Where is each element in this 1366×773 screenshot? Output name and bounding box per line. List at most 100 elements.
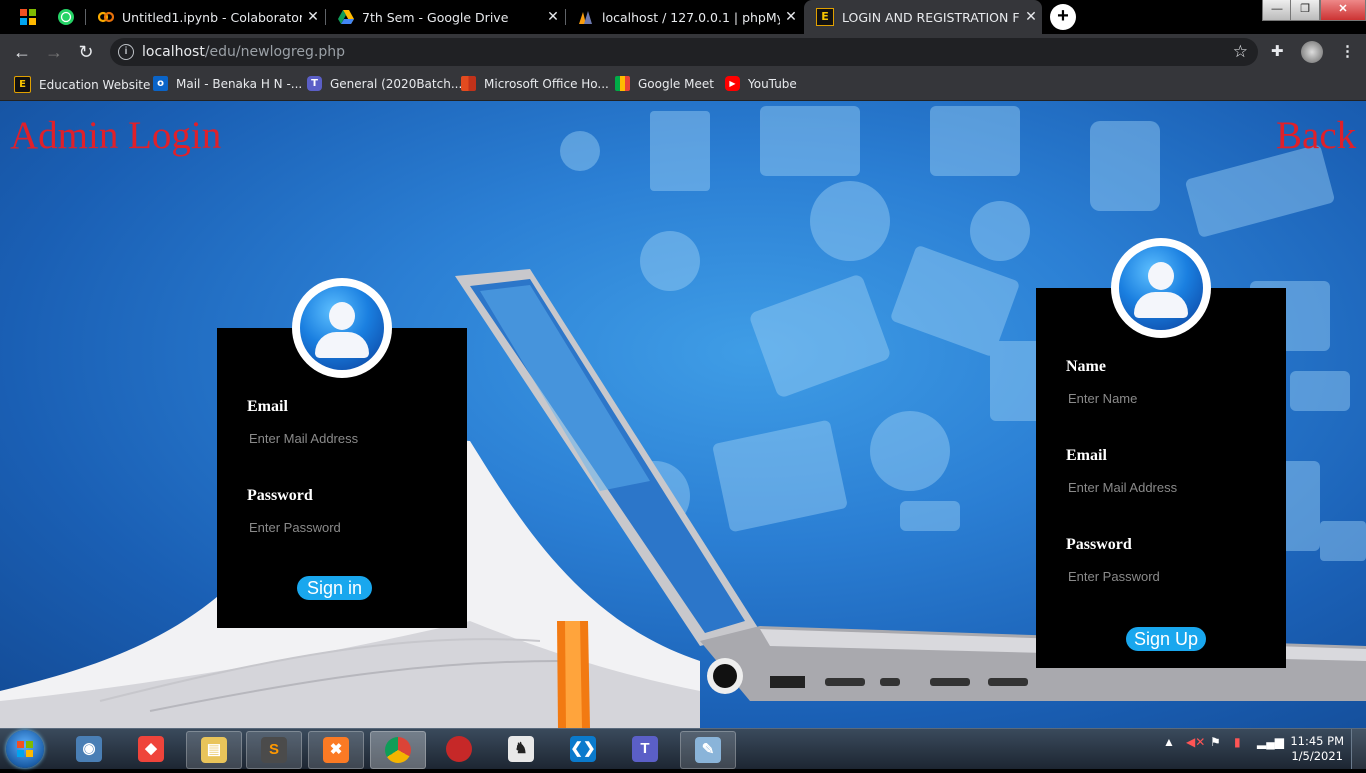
close-tab-icon[interactable]: ✕ xyxy=(780,9,802,25)
google-meet-icon xyxy=(615,76,630,91)
taskbar-anydesk[interactable]: ◆ xyxy=(124,731,178,767)
taskbar-cricket-game[interactable] xyxy=(432,731,486,767)
email-label: Email xyxy=(1066,447,1107,464)
teams-icon: T xyxy=(632,736,658,762)
tab-phpmyadmin[interactable]: localhost / 127.0.0.1 | phpMyAdmin ✕ xyxy=(566,0,802,34)
sign-up-button[interactable]: Sign Up xyxy=(1126,627,1206,651)
colab-icon xyxy=(98,11,114,23)
name-label: Name xyxy=(1066,358,1106,375)
close-tab-icon[interactable]: ✕ xyxy=(302,9,324,25)
counter-strike-icon: ♞ xyxy=(508,736,534,762)
login-password-input[interactable] xyxy=(247,516,451,538)
teams-icon: T xyxy=(307,76,322,91)
taskbar-teams[interactable]: T xyxy=(618,731,672,767)
tab-login-registration[interactable]: E LOGIN AND REGISTRATION FORM ✕ xyxy=(804,0,1042,34)
bookmark-label: Mail - Benaka H N -... xyxy=(176,76,303,91)
taskbar-sublime-text[interactable]: S xyxy=(246,731,302,769)
cricket-game-icon xyxy=(446,736,472,762)
taskbar-vscode[interactable]: ❮❯ xyxy=(556,731,610,767)
office-icon xyxy=(461,76,476,91)
page-title: Admin Login xyxy=(10,114,222,157)
sublime-text-icon: S xyxy=(261,737,287,763)
show-desktop-button[interactable] xyxy=(1351,729,1366,769)
clock-date: 1/5/2021 xyxy=(1291,749,1343,763)
site-info-icon[interactable]: i xyxy=(118,44,134,60)
sign-in-button[interactable]: Sign in xyxy=(297,576,372,600)
outlook-icon: o xyxy=(153,76,168,91)
google-drive-icon xyxy=(338,10,354,24)
bookmark-google-meet[interactable]: Google Meet xyxy=(615,76,714,91)
taskbar-counter-strike[interactable]: ♞ xyxy=(494,731,548,767)
tab-title: localhost / 127.0.0.1 | phpMyAdmin xyxy=(602,9,780,25)
tab-colaboratory[interactable]: Untitled1.ipynb - Colaboratory ✕ xyxy=(86,0,324,34)
profile-avatar[interactable] xyxy=(1301,41,1323,63)
more-menu-icon[interactable]: ⋮ xyxy=(1340,42,1355,60)
bookmark-teams-general[interactable]: T General (2020Batch... xyxy=(307,76,462,91)
bookmark-star-icon[interactable]: ☆ xyxy=(1233,42,1248,62)
signup-avatar-icon xyxy=(1111,238,1211,338)
close-tab-icon[interactable]: ✕ xyxy=(542,9,564,25)
windows-logo-icon xyxy=(17,741,33,757)
maximize-button[interactable]: ❐ xyxy=(1290,0,1320,21)
youtube-icon: ▶ xyxy=(725,76,740,91)
system-clock[interactable]: 11:45 PM 1/5/2021 xyxy=(1290,734,1344,764)
url-text[interactable]: localhost/edu/newlogreg.php xyxy=(142,44,345,60)
volume-muted-icon[interactable]: ◀✕ xyxy=(1186,735,1205,749)
tab-title: LOGIN AND REGISTRATION FORM xyxy=(842,9,1020,25)
taskbar-xampp[interactable]: ✖ xyxy=(308,731,364,769)
tab-pinned-windows[interactable] xyxy=(8,0,46,34)
new-tab-button[interactable]: + xyxy=(1050,4,1076,30)
tab-strip: Untitled1.ipynb - Colaboratory ✕ 7th Sem… xyxy=(0,0,1366,34)
signup-name-input[interactable] xyxy=(1066,387,1270,409)
whatsapp-icon xyxy=(58,9,74,25)
signup-password-input[interactable] xyxy=(1066,565,1270,587)
extensions-puzzle-icon[interactable]: ✚ xyxy=(1271,42,1284,60)
login-email-input[interactable] xyxy=(247,427,451,449)
bookmark-microsoft-office[interactable]: Microsoft Office Ho... xyxy=(461,76,609,91)
bookmark-label: Education Website xyxy=(39,77,151,92)
taskbar-chrome[interactable] xyxy=(370,731,426,769)
browser-toolbar: ← → ↻ i localhost/edu/newlogreg.php ☆ ✚ … xyxy=(0,34,1366,70)
education-site-icon: E xyxy=(816,8,834,26)
reload-icon[interactable]: ↻ xyxy=(74,40,98,64)
back-link[interactable]: Back xyxy=(1276,113,1356,158)
url-path: /edu/newlogreg.php xyxy=(204,44,345,60)
signup-card: Name Email Password Sign Up xyxy=(1036,288,1286,668)
forward-arrow-icon[interactable]: → xyxy=(42,40,66,64)
address-bar[interactable]: i localhost/edu/newlogreg.php ☆ xyxy=(110,38,1258,66)
xampp-icon: ✖ xyxy=(323,737,349,763)
show-hidden-icons-icon[interactable]: ▲ xyxy=(1163,735,1175,749)
chrome-icon xyxy=(385,737,411,763)
vscode-icon: ❮❯ xyxy=(570,736,596,762)
taskbar-paint[interactable]: ✎ xyxy=(680,731,736,769)
start-button[interactable] xyxy=(6,730,44,768)
url-host: localhost xyxy=(142,44,205,60)
bookmark-label: Microsoft Office Ho... xyxy=(484,76,609,91)
password-label: Password xyxy=(1066,536,1132,553)
taskbar-finder[interactable]: ◉ xyxy=(62,731,116,767)
close-window-button[interactable]: ✕ xyxy=(1320,0,1366,21)
login-avatar-icon xyxy=(292,278,392,378)
action-center-flag-icon[interactable]: ⚑ xyxy=(1210,735,1221,749)
battery-icon[interactable]: ▮ xyxy=(1234,735,1241,749)
email-label: Email xyxy=(247,398,288,415)
finder-icon: ◉ xyxy=(76,736,102,762)
close-tab-icon[interactable]: ✕ xyxy=(1020,9,1042,25)
back-arrow-icon[interactable]: ← xyxy=(10,40,34,64)
bookmark-education-website[interactable]: E Education Website xyxy=(14,76,150,93)
file-explorer-icon: ▤ xyxy=(201,737,227,763)
minimize-button[interactable]: — xyxy=(1262,0,1292,21)
password-label: Password xyxy=(247,487,313,504)
clock-time: 11:45 PM xyxy=(1290,734,1344,748)
network-signal-icon[interactable]: ▂▄▆ xyxy=(1257,735,1284,749)
signup-email-input[interactable] xyxy=(1066,476,1270,498)
phpmyadmin-icon xyxy=(579,11,592,24)
tab-title: Untitled1.ipynb - Colaboratory xyxy=(122,9,302,25)
tab-google-drive[interactable]: 7th Sem - Google Drive ✕ xyxy=(326,0,564,34)
taskbar-file-explorer[interactable]: ▤ xyxy=(186,731,242,769)
bookmark-youtube[interactable]: ▶ YouTube xyxy=(725,76,797,91)
tab-pinned-whatsapp[interactable] xyxy=(46,0,84,34)
bookmarks-bar: E Education Website o Mail - Benaka H N … xyxy=(0,70,1366,101)
bookmark-outlook-mail[interactable]: o Mail - Benaka H N -... xyxy=(153,76,302,91)
bookmark-label: YouTube xyxy=(748,76,797,91)
